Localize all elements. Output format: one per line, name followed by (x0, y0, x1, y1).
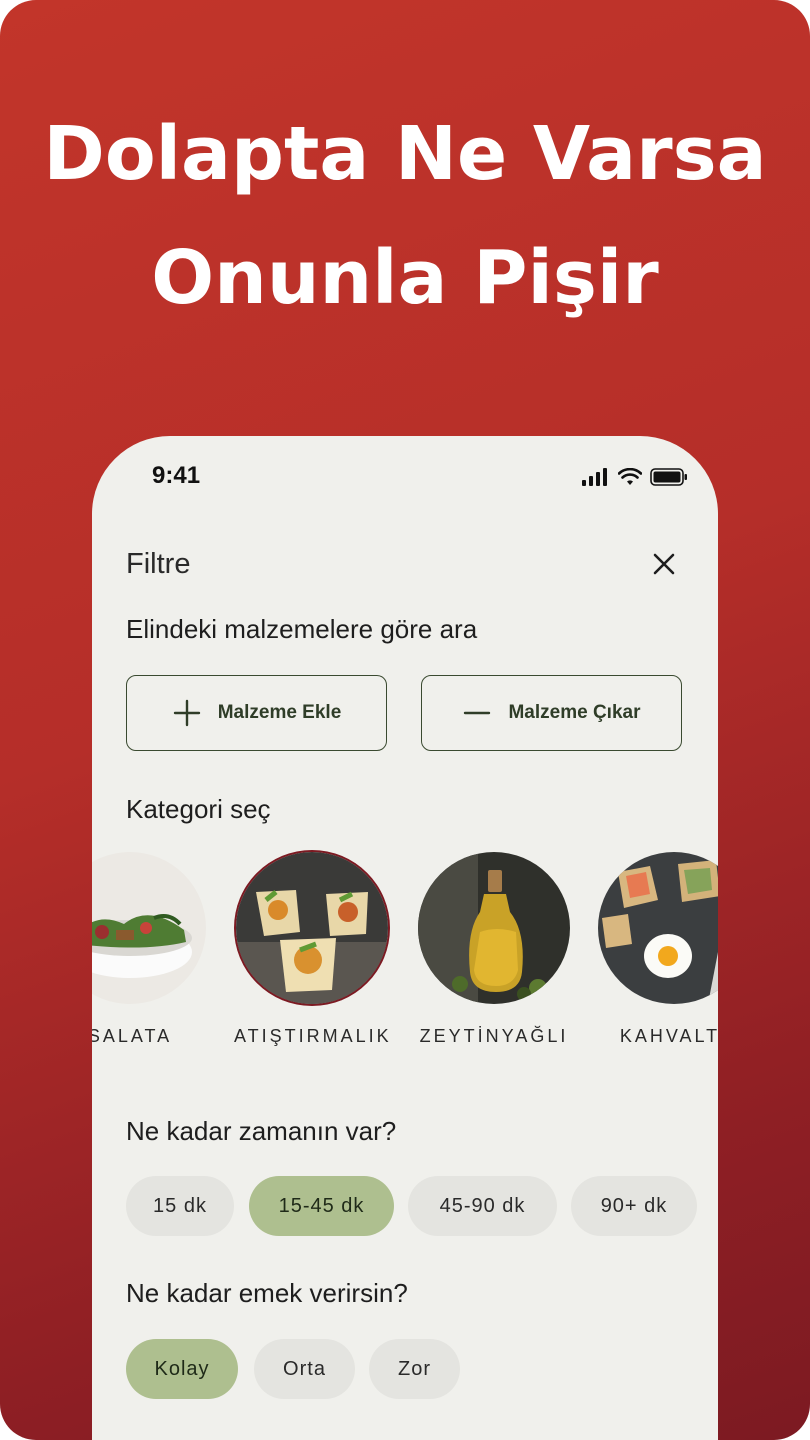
add-ingredient-label: Malzeme Ekle (217, 702, 342, 723)
time-chip-45-90[interactable]: 45-90 dk (408, 1176, 557, 1236)
add-ingredient-button[interactable]: Malzeme Ekle (126, 675, 387, 751)
time-chip-15-45[interactable]: 15-45 dk (249, 1176, 394, 1236)
time-chip-90-plus[interactable]: 90+ dk (571, 1176, 697, 1236)
time-label: Ne kadar zamanın var? (126, 1116, 397, 1146)
cellular-signal-icon (582, 468, 607, 486)
effort-label: Ne kadar emek verirsin? (126, 1278, 408, 1308)
category-label-salata: SALATA (92, 1026, 173, 1046)
battery-icon (650, 468, 687, 486)
time-chip-15[interactable]: 15 dk (126, 1176, 234, 1236)
minus-icon (464, 711, 491, 715)
phone-screen: 9:41 Filtre Elindeki malzemelere göre ar… (92, 436, 718, 1440)
salad-image (92, 852, 206, 1004)
olive-oil-image (418, 852, 570, 1004)
effort-chip-orta[interactable]: Orta (254, 1339, 355, 1399)
promo-poster: Dolapta Ne Varsa Onunla Pişir 9:41 Filtr… (0, 0, 810, 1440)
remove-ingredient-label: Malzeme Çıkar (508, 702, 641, 723)
close-icon[interactable] (648, 548, 680, 580)
category-label-atistirmalik: ATIŞTIRMALIK (234, 1026, 392, 1046)
wifi-icon (618, 468, 642, 485)
category-kahvalti[interactable]: KAHVALTI (596, 852, 718, 1047)
category-label-kahvalti: KAHVALTI (619, 1026, 718, 1046)
category-label: Kategori seç (126, 794, 271, 824)
ingredients-label: Elindeki malzemelere göre ara (126, 614, 478, 644)
category-zeytinyagli[interactable]: ZEYTİNYAĞLI (416, 852, 572, 1047)
category-label-zeytinyagli: ZEYTİNYAĞLI (419, 1026, 569, 1046)
headline-line-1: Dolapta Ne Varsa (43, 111, 767, 197)
category-atistirmalik[interactable]: ATIŞTIRMALIK (234, 852, 390, 1047)
effort-chip-kolay[interactable]: Kolay (126, 1339, 238, 1399)
filter-title: Filtre (126, 548, 191, 580)
plus-icon (173, 699, 200, 727)
headline: Dolapta Ne Varsa Onunla Pişir (0, 92, 810, 340)
category-salata[interactable]: SALATA (92, 852, 208, 1047)
status-time: 9:41 (152, 462, 201, 489)
breakfast-image (598, 852, 718, 1004)
effort-chip-zor[interactable]: Zor (369, 1339, 460, 1399)
headline-line-2: Onunla Pişir (151, 235, 659, 321)
snack-image (236, 852, 388, 1004)
status-icons (582, 466, 688, 488)
remove-ingredient-button[interactable]: Malzeme Çıkar (421, 675, 682, 751)
